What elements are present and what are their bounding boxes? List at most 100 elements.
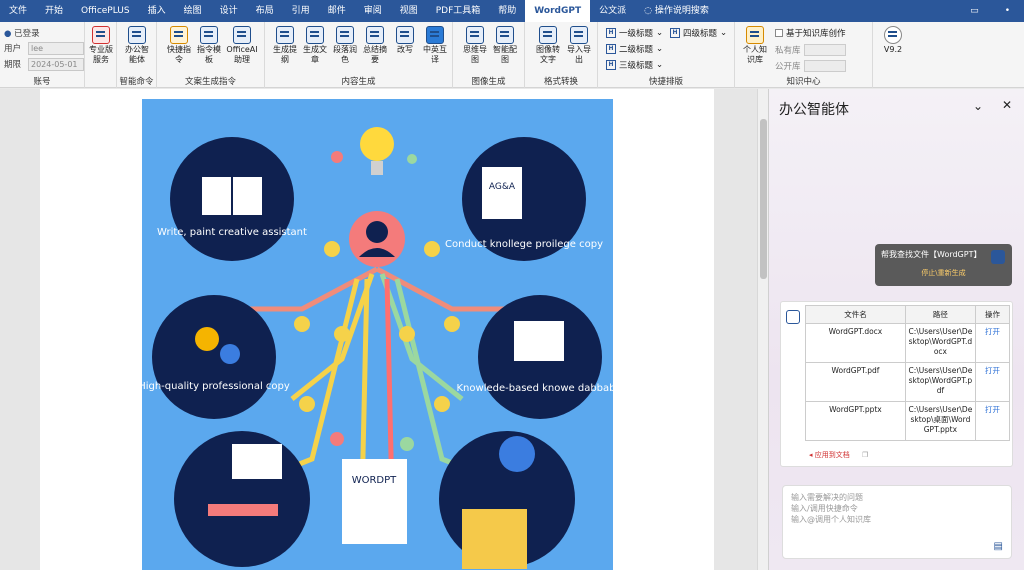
apply-to-document-button[interactable]: ◂ 应用到文档 ❐ [809,450,868,460]
menu-bar: 文件 开始 OfficePLUS 插入 绘图 设计 布局 引用 邮件 审阅 视图… [0,0,1024,22]
book-icon [746,26,764,44]
polish-button[interactable]: 段落润色 [331,26,359,65]
mindmap-button[interactable]: 思维导图 [461,26,489,65]
tab-home[interactable]: 开始 [36,0,72,22]
tab-pdf-tools[interactable]: PDF工具箱 [427,0,490,22]
office-agent-button[interactable]: 办公智能体 [123,26,151,65]
summary-button[interactable]: 总结摘要 [361,26,389,65]
private-kb-select[interactable] [803,44,846,56]
content-group-label: 内容生成 [341,77,376,87]
login-status: ● 已登录 [4,29,40,39]
close-icon[interactable]: ✕ [1002,98,1012,112]
personal-kb-button[interactable]: 个人知识库 [741,26,769,65]
user-icon: ● [4,29,12,39]
pro-service-button[interactable]: 专业版服务 [87,26,115,65]
outline-icon [276,26,294,44]
public-kb-row: 公开库 [775,60,846,72]
input-hint-2: 输入/调用快捷命令 [791,504,858,513]
file-path: C:\Users\User\Desktop\桌面\WordGPT.pptx [904,401,976,441]
user-field[interactable] [28,42,84,55]
heading3-button[interactable]: H 三级标题 ⌄ [606,59,663,71]
tab-design[interactable]: 设计 [211,0,247,22]
copy-group-label: 文案生成指令 [184,77,236,87]
expiry-field[interactable] [28,58,84,71]
tab-review[interactable]: 审阅 [355,0,391,22]
col-action: 操作 [974,305,1011,324]
image-icon [496,26,514,44]
illustration-svg: Write, paint creative assistant Conduct … [142,99,613,570]
heading1-button[interactable]: H 一级标题 ⌄ [606,27,663,39]
send-icon[interactable]: ▤ [994,541,1003,552]
label-knowledge-base: Knowlede-based knowe dabbabis [457,383,614,394]
rewrite-button[interactable]: 改写 [391,26,419,55]
col-filename: 文件名 [805,305,906,324]
stop-regenerate-button[interactable]: 停止\重新生成 [881,268,1006,278]
tab-help[interactable]: 帮助 [489,0,525,22]
command-template-button[interactable]: 指令模板 [195,26,223,65]
quick-command-button[interactable]: 快捷指令 [165,26,193,65]
document-scrollbar[interactable] [757,89,768,570]
import-export-button[interactable]: 导入导出 [565,26,593,65]
user-row: 用户 [4,42,84,56]
code-icon [128,26,146,44]
open-link[interactable]: 打开 [974,401,1011,441]
rewrite-icon [396,26,414,44]
tab-file[interactable]: 文件 [0,0,36,22]
date-row: 期限 [4,58,84,72]
table-row: WordGPT.pptx C:\Users\User\Desktop\桌面\Wo… [805,401,1011,441]
bot-avatar-icon [786,310,800,324]
ocr-icon [539,26,557,44]
comment-icon[interactable]: ▭ [970,6,979,16]
user-message-text: 帮我查找文件【WordGPT】 [881,250,982,259]
format-group: 图像转文字 导入导出 格式转换 [525,22,598,88]
folder-icon [200,26,218,44]
more-icon[interactable]: • [1005,6,1010,16]
tab-insert[interactable]: 插入 [139,0,175,22]
open-link[interactable]: 打开 [974,323,1011,363]
kb-create-checkbox[interactable]: 基于知识库创作 [775,27,846,39]
input-hint-3: 输入@调用个人知识库 [791,515,871,524]
tab-draw[interactable]: 绘图 [175,0,211,22]
document-area: Write, paint creative assistant Conduct … [0,89,757,570]
mindmap-icon [466,26,484,44]
open-link[interactable]: 打开 [974,362,1011,402]
table-row: WordGPT.docx C:\Users\User\Desktop\WordG… [805,323,1011,363]
heading2-button[interactable]: H 二级标题 ⌄ [606,43,663,55]
officeai-assistant-button[interactable]: OfficeAI助理 [225,26,259,65]
heading4-button[interactable]: H 四级标题 ⌄ [670,27,727,39]
version-button[interactable]: V9.2 [879,26,907,55]
tell-me-search[interactable]: ◌ 操作说明搜索 [635,0,718,22]
tell-me-label: 操作说明搜索 [654,6,709,16]
app-avatar-icon [991,250,1005,264]
pane-title: 办公智能体 [779,102,849,118]
tab-view[interactable]: 视图 [391,0,427,22]
copy-icon[interactable]: ❐ [862,451,868,459]
tab-gongwenpai[interactable]: 公文派 [590,0,635,22]
image-to-text-button[interactable]: 图像转文字 [533,26,563,65]
tab-layout[interactable]: 布局 [247,0,283,22]
smart-image-button[interactable]: 智能配图 [491,26,519,65]
translate-icon [426,26,444,44]
tab-references[interactable]: 引用 [283,0,319,22]
import-export-icon [570,26,588,44]
public-kb-select[interactable] [803,60,846,72]
col-path: 路径 [904,305,976,324]
scroll-thumb[interactable] [760,119,767,279]
kb-group: 个人知识库 基于知识库创作 私有库 公开库 知识中心 [735,22,873,88]
layout-group: H 一级标题 ⌄ H 二级标题 ⌄ H 三级标题 ⌄ H 四级标题 ⌄ 快捷排版 [598,22,735,88]
chat-input[interactable]: 输入需要解决的问题 输入/调用快捷命令 输入@调用个人知识库 ▤ [782,485,1012,559]
input-hint-1: 输入需要解决的问题 [791,493,863,502]
chevron-down-icon[interactable]: ⌄ [973,99,983,113]
illustration-image[interactable]: Write, paint creative assistant Conduct … [142,99,613,570]
article-button[interactable]: 生成文章 [301,26,329,65]
tab-officeplus[interactable]: OfficePLUS [72,0,139,22]
tab-wordgpt[interactable]: WordGPT [525,0,591,22]
private-kb-row: 私有库 [775,44,846,56]
table-row: WordGPT.pdf C:\Users\User\Desktop\WordGP… [805,362,1011,402]
content-group: 生成提纲 生成文章 段落润色 总结摘要 改写 中英互译 内容生成 [265,22,453,88]
image-group-label: 图像生成 [471,77,506,87]
account-group: ● 已登录 用户 期限 账号 [0,22,85,88]
outline-button[interactable]: 生成提纲 [271,26,299,65]
translate-button[interactable]: 中英互译 [421,26,449,65]
tab-mailings[interactable]: 邮件 [319,0,355,22]
